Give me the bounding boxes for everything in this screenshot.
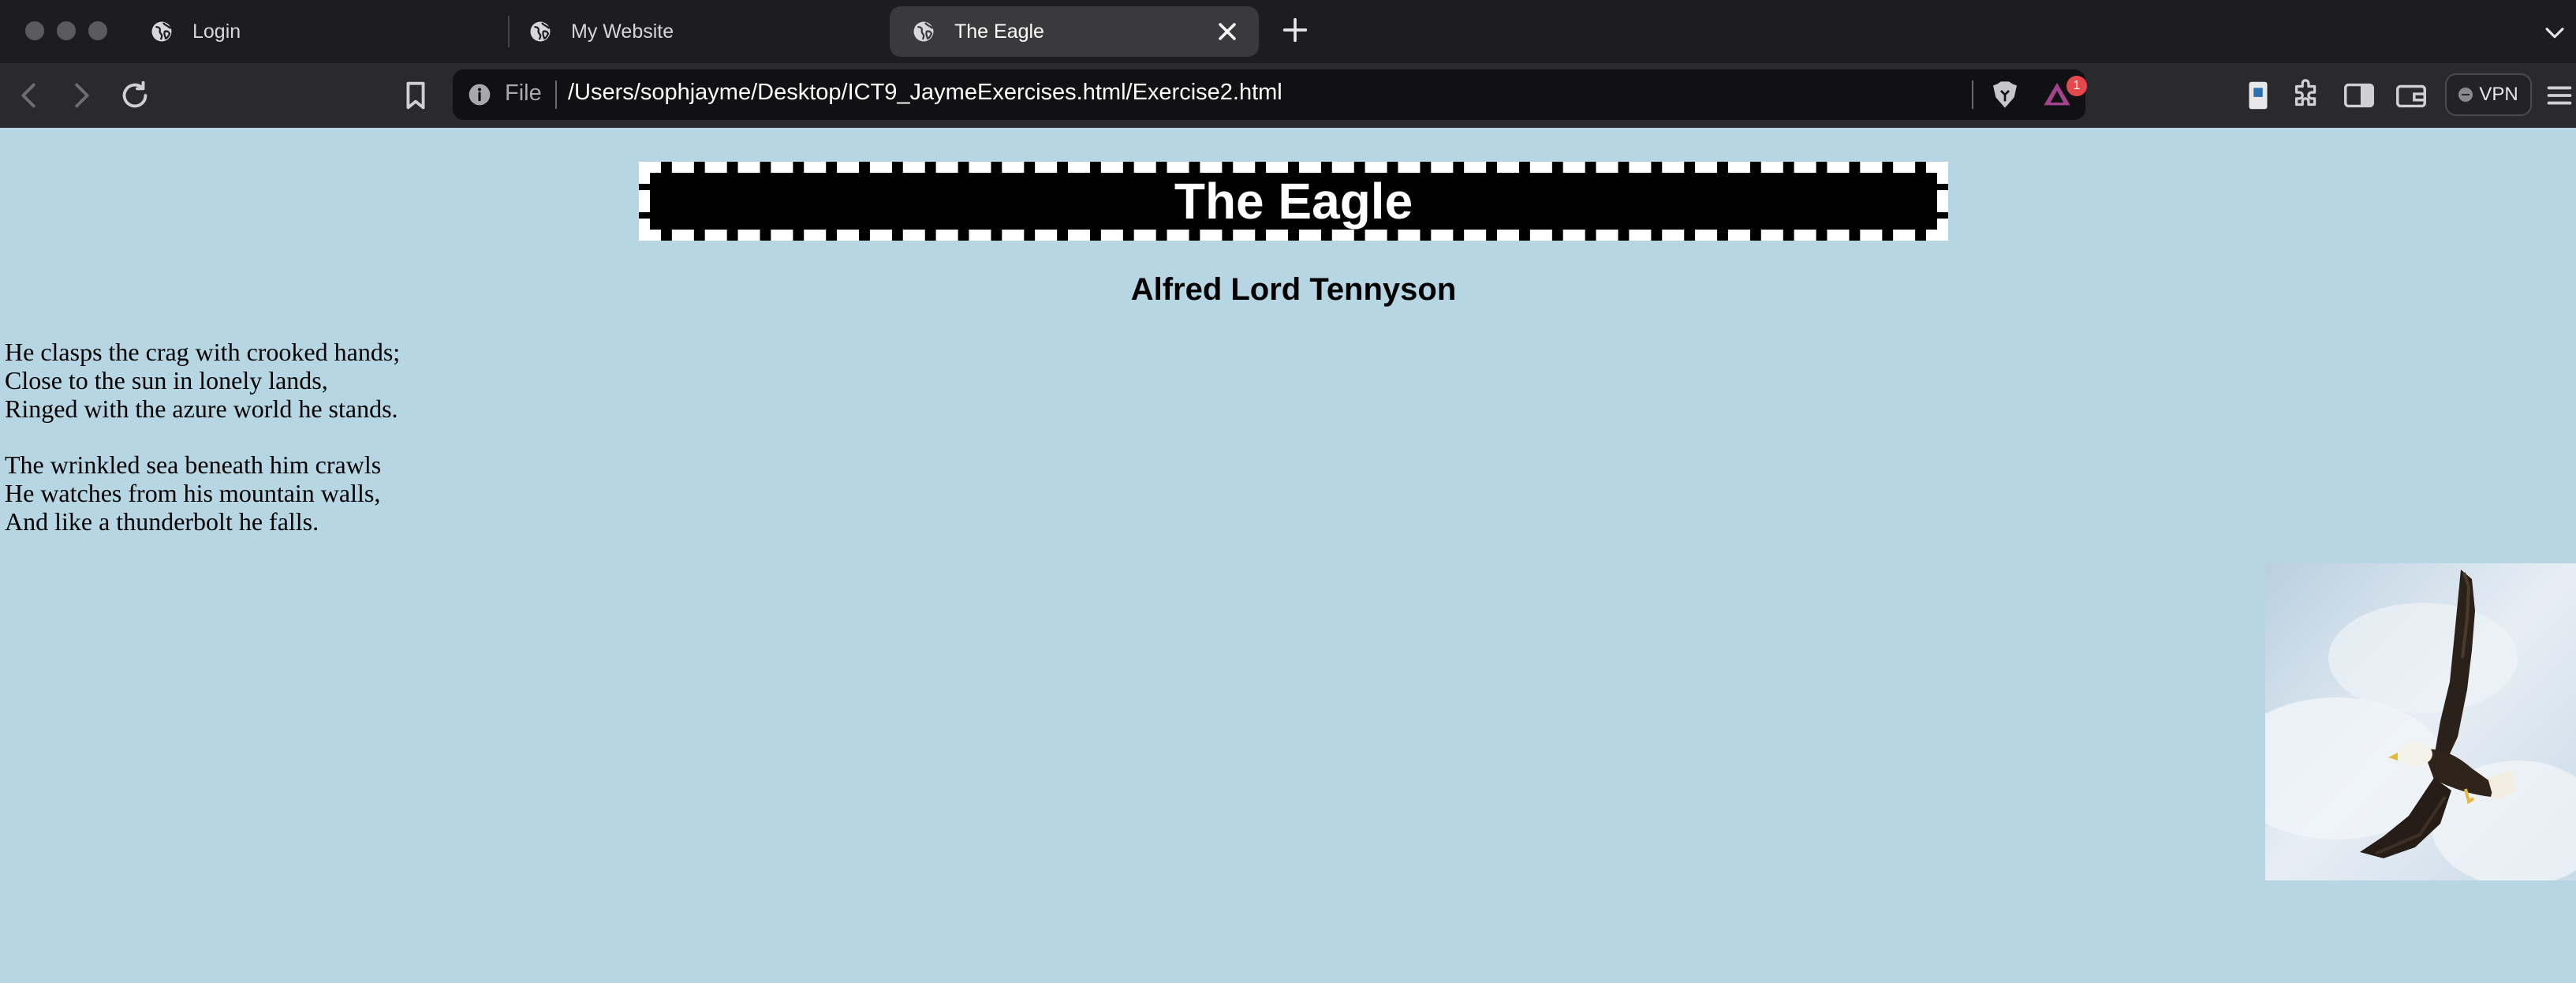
poem-line: Ringed with the azure world he stands. xyxy=(5,394,398,423)
tab-label: Login xyxy=(192,20,241,43)
poem-line: And like a thunderbolt he falls. xyxy=(5,507,319,536)
puzzle-icon[interactable] xyxy=(2289,77,2325,114)
url-scheme-label: File xyxy=(505,80,542,106)
tab-label: The Eagle xyxy=(954,20,1044,43)
stanza-1: He clasps the crag with crooked hands; C… xyxy=(5,338,400,423)
tab-the-eagle[interactable]: The Eagle xyxy=(890,6,1259,57)
poem-line: Close to the sun in lonely lands, xyxy=(5,366,328,394)
page-title: The Eagle xyxy=(1174,173,1413,230)
brave-shield-icon[interactable] xyxy=(1989,79,2021,110)
vpn-button[interactable]: VPN xyxy=(2445,73,2532,116)
wallet-icon[interactable] xyxy=(2393,77,2429,114)
tab-label: My Website xyxy=(571,20,674,43)
tab-strip: Login My Website The Eagle xyxy=(0,0,2576,63)
tab-my-website[interactable]: My Website xyxy=(506,6,885,57)
poem-line: He clasps the crag with crooked hands; xyxy=(5,338,401,366)
page-title-banner: The Eagle xyxy=(639,162,1948,241)
close-icon[interactable] xyxy=(1213,17,1241,46)
window-minimize-dot[interactable] xyxy=(57,21,76,40)
globe-icon xyxy=(913,21,934,42)
url-divider xyxy=(555,80,557,109)
poem-author: Alfred Lord Tennyson xyxy=(1130,272,1457,307)
globe-icon xyxy=(530,21,551,42)
poem-line: He watches from his mountain walls, xyxy=(5,479,381,507)
browser-toolbar: File /Users/sophjayme/Desktop/ICT9_Jayme… xyxy=(0,63,2576,128)
window-close-dot[interactable] xyxy=(25,21,44,40)
url-divider xyxy=(1972,80,1973,109)
sidebar-icon[interactable] xyxy=(2341,77,2377,114)
window-zoom-dot[interactable] xyxy=(88,21,107,40)
brave-rewards-button[interactable]: 1 xyxy=(2041,76,2087,114)
reload-icon[interactable] xyxy=(117,77,153,114)
menu-icon[interactable] xyxy=(2541,77,2576,114)
eagle-image xyxy=(2265,563,2576,880)
url-text[interactable]: /Users/sophjayme/Desktop/ICT9_JaymeExerc… xyxy=(568,80,1282,106)
extension-icon[interactable] xyxy=(2240,77,2276,114)
globe-icon xyxy=(151,21,172,42)
info-icon[interactable] xyxy=(467,82,492,107)
back-icon[interactable] xyxy=(11,77,47,114)
vpn-label: VPN xyxy=(2479,84,2518,105)
page-content: The Eagle Alfred Lord Tennyson He clasps… xyxy=(0,128,2576,983)
forward-icon[interactable] xyxy=(63,77,99,114)
poem-line: The wrinkled sea beneath him crawls xyxy=(5,450,382,479)
plus-icon[interactable] xyxy=(1279,14,1311,46)
tab-login[interactable]: Login xyxy=(128,6,506,57)
address-bar[interactable]: File /Users/sophjayme/Desktop/ICT9_Jayme… xyxy=(453,69,2087,120)
bookmark-icon[interactable] xyxy=(398,77,434,114)
chevron-down-icon[interactable] xyxy=(2541,19,2568,46)
vpn-status-icon xyxy=(2458,88,2473,102)
rewards-count-badge: 1 xyxy=(2066,76,2087,96)
stanza-2: The wrinkled sea beneath him crawls He w… xyxy=(5,450,381,536)
